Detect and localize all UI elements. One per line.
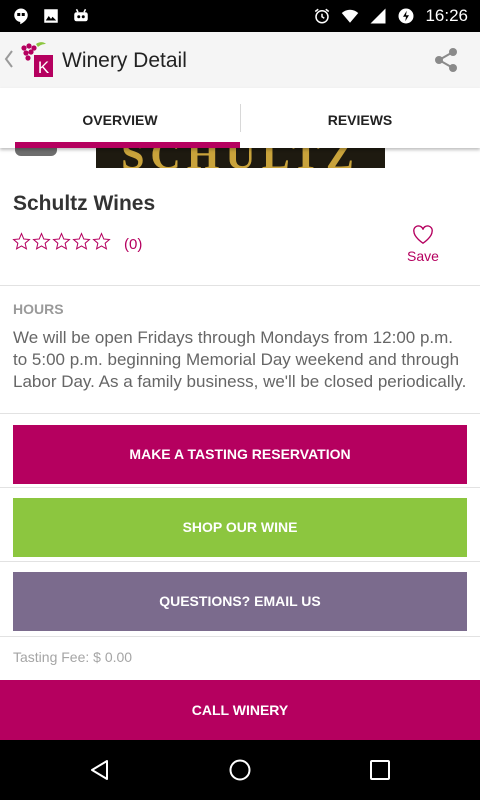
banner-logo-text: SCHULTZ — [96, 148, 385, 168]
hours-heading: HOURS — [13, 301, 64, 317]
email-us-button[interactable]: QUESTIONS? EMAIL US — [13, 572, 467, 631]
battery-charging-icon — [398, 8, 414, 24]
app-bar: K Winery Detail — [0, 32, 480, 88]
app-logo[interactable]: K — [18, 40, 54, 80]
star-empty-icon[interactable] — [12, 232, 31, 251]
clock-time: 16:26 — [425, 6, 468, 25]
screen-title: Winery Detail — [62, 49, 187, 72]
wifi-icon — [342, 9, 359, 23]
nav-recents-icon[interactable] — [369, 759, 391, 781]
nav-back-icon[interactable] — [88, 758, 112, 782]
star-empty-icon[interactable] — [72, 232, 91, 251]
section-divider — [0, 285, 480, 286]
button-divider — [0, 636, 480, 637]
active-tab-indicator — [15, 142, 240, 148]
share-icon[interactable] — [432, 46, 460, 74]
save-button[interactable]: Save — [398, 222, 448, 268]
tab-reviews[interactable]: REVIEWS — [240, 88, 480, 148]
button-divider — [0, 561, 480, 562]
system-nav-bar — [0, 740, 480, 800]
winery-name: Schultz Wines — [13, 192, 156, 215]
back-chevron-icon[interactable] — [4, 49, 14, 69]
star-empty-icon[interactable] — [52, 232, 71, 251]
image-icon — [44, 9, 58, 23]
star-rating[interactable] — [12, 232, 111, 251]
alarm-icon — [315, 8, 330, 24]
star-empty-icon[interactable] — [32, 232, 51, 251]
gallery-button[interactable] — [15, 148, 57, 156]
make-reservation-button[interactable]: MAKE A TASTING RESERVATION — [13, 425, 467, 484]
save-label: Save — [407, 248, 439, 264]
status-bar: 16:26 — [0, 0, 480, 32]
hangouts-icon — [14, 8, 28, 25]
star-empty-icon[interactable] — [92, 232, 111, 251]
call-winery-button[interactable]: CALL WINERY — [0, 680, 480, 740]
android-robot-icon — [74, 8, 88, 22]
logo-letter: K — [38, 58, 50, 77]
tab-bar: OVERVIEW REVIEWS — [0, 88, 480, 148]
button-divider — [0, 487, 480, 488]
rating-count: (0) — [124, 236, 143, 253]
nav-home-icon[interactable] — [228, 758, 252, 782]
heart-outline-icon — [413, 225, 433, 244]
section-divider — [0, 413, 480, 414]
winery-logo-image: SCHULTZ — [96, 148, 385, 168]
cell-signal-icon — [370, 8, 386, 24]
shop-wine-button[interactable]: SHOP OUR WINE — [13, 498, 467, 557]
tasting-fee: Tasting Fee: $ 0.00 — [13, 649, 133, 665]
hours-text: We will be open Fridays through Mondays … — [13, 328, 467, 391]
winery-banner: SCHULTZ — [0, 148, 480, 168]
tab-overview[interactable]: OVERVIEW — [0, 88, 240, 148]
